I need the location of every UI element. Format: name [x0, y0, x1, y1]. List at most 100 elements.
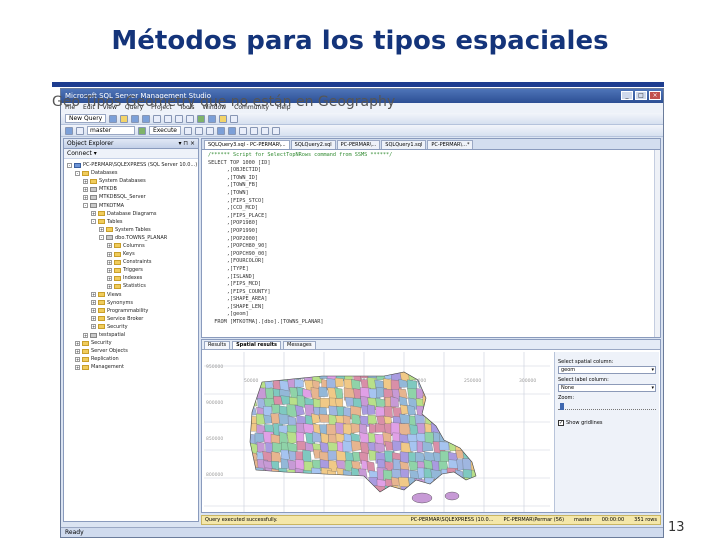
town-polygon[interactable]: [454, 469, 464, 484]
town-polygon[interactable]: [471, 469, 482, 483]
town-polygon[interactable]: [344, 487, 354, 498]
connect-icon[interactable]: [65, 126, 73, 135]
collapse-icon[interactable]: -: [67, 162, 72, 168]
town-polygon[interactable]: [447, 407, 458, 420]
town-polygon[interactable]: [399, 413, 411, 424]
cut-icon[interactable]: [153, 114, 162, 123]
town-polygon[interactable]: [416, 423, 425, 435]
tree-node[interactable]: + Replication: [64, 355, 198, 363]
tree-node[interactable]: - dbo.TOWNS_PLANAR: [64, 234, 198, 242]
collapse-icon[interactable]: -: [83, 203, 88, 209]
expand-icon[interactable]: +: [91, 316, 96, 322]
town-polygon[interactable]: [377, 459, 386, 470]
expand-icon[interactable]: +: [99, 227, 104, 233]
tab-results[interactable]: Results: [204, 341, 231, 349]
town-polygon[interactable]: [326, 486, 340, 497]
spatial-map[interactable]: 5000010000015000020000025000030000095000…: [204, 352, 550, 512]
town-polygon[interactable]: [440, 414, 451, 427]
close-button[interactable]: ×: [649, 91, 661, 100]
object-explorer-icon[interactable]: [219, 114, 228, 123]
town-polygon[interactable]: [264, 478, 276, 491]
expand-icon[interactable]: +: [83, 186, 88, 192]
town-polygon[interactable]: [255, 467, 266, 480]
town-polygon[interactable]: [471, 424, 480, 437]
tab-sqlquery1-server[interactable]: PC-PERMAR\...*: [427, 140, 474, 149]
parse-icon[interactable]: [195, 126, 203, 135]
expand-icon[interactable]: +: [107, 251, 112, 257]
town-polygon[interactable]: [326, 478, 336, 487]
town-polygon[interactable]: [302, 449, 312, 464]
expand-icon[interactable]: +: [91, 292, 96, 298]
town-polygon[interactable]: [302, 476, 315, 489]
town-polygon[interactable]: [472, 487, 482, 499]
results-to-grid-icon[interactable]: [217, 126, 225, 135]
activity-monitor-icon[interactable]: [197, 114, 206, 123]
town-polygon[interactable]: [264, 487, 276, 498]
pin-icon[interactable]: ▾ ⊓ ×: [178, 140, 195, 147]
town-polygon[interactable]: [272, 476, 284, 489]
town-polygon[interactable]: [286, 431, 298, 445]
town-polygon[interactable]: [351, 379, 361, 391]
town-polygon[interactable]: [351, 440, 362, 452]
maximize-button[interactable]: □: [635, 91, 647, 100]
tree-node[interactable]: - Databases: [64, 169, 198, 177]
town-polygon[interactable]: [422, 395, 431, 405]
town-polygon[interactable]: [327, 470, 337, 482]
town-polygon[interactable]: [351, 467, 359, 481]
town-polygon[interactable]: [480, 451, 491, 463]
town-polygon[interactable]: [287, 477, 297, 490]
tree-node[interactable]: + Service Broker: [64, 315, 198, 323]
database-select[interactable]: master: [87, 126, 135, 135]
expand-icon[interactable]: +: [91, 300, 96, 306]
town-polygon[interactable]: [248, 470, 259, 483]
expand-icon[interactable]: +: [107, 267, 112, 273]
collapse-icon[interactable]: -: [91, 219, 96, 225]
sql-code[interactable]: /****** Script for SelectTopNRows comman…: [202, 150, 660, 327]
town-polygon[interactable]: [257, 486, 267, 495]
town-polygon[interactable]: [248, 478, 259, 491]
tree-node[interactable]: + Keys: [64, 250, 198, 258]
comment-icon[interactable]: [239, 126, 247, 135]
town-polygon[interactable]: [447, 370, 457, 381]
expand-icon[interactable]: +: [75, 364, 80, 370]
town-polygon[interactable]: [265, 387, 274, 400]
tree-node[interactable]: - PC-PERMAR\SQLEXPRESS (SQL Server 10.0..…: [64, 161, 198, 169]
spatial-map-canvas[interactable]: 5000010000015000020000025000030000095000…: [204, 352, 550, 512]
registered-servers-icon[interactable]: [208, 114, 217, 123]
collapse-icon[interactable]: -: [99, 235, 104, 241]
town-polygon[interactable]: [311, 413, 320, 424]
open-folder-icon[interactable]: [120, 114, 129, 123]
town-polygon[interactable]: [318, 386, 328, 398]
tree-node[interactable]: - MTKOTMA: [64, 201, 198, 209]
town-polygon[interactable]: [287, 469, 297, 484]
connect-dropdown[interactable]: Connect ▾: [67, 150, 97, 157]
execute-icon[interactable]: [138, 126, 146, 135]
town-polygon[interactable]: [481, 486, 490, 495]
town-polygon[interactable]: [430, 486, 442, 496]
town-polygon[interactable]: [342, 469, 353, 482]
expand-icon[interactable]: +: [107, 259, 112, 265]
tree-node[interactable]: + Views: [64, 291, 198, 299]
tree-node[interactable]: + Triggers: [64, 266, 198, 274]
island-polygon[interactable]: [444, 491, 460, 501]
town-polygon[interactable]: [481, 397, 491, 410]
town-polygon[interactable]: [457, 369, 467, 380]
zoom-slider-thumb[interactable]: [560, 403, 564, 410]
town-polygon[interactable]: [374, 485, 386, 495]
town-polygon[interactable]: [296, 477, 307, 487]
town-polygon[interactable]: [432, 406, 441, 419]
expand-icon[interactable]: +: [107, 275, 112, 281]
town-polygon[interactable]: [481, 432, 490, 442]
display-plan-icon[interactable]: [206, 126, 214, 135]
save-icon[interactable]: [131, 114, 140, 123]
town-polygon[interactable]: [447, 386, 458, 399]
town-polygon[interactable]: [407, 388, 417, 400]
town-polygon[interactable]: [248, 386, 258, 397]
town-polygon[interactable]: [481, 388, 492, 400]
expand-icon[interactable]: +: [83, 178, 88, 184]
minimize-button[interactable]: _: [621, 91, 633, 100]
town-polygon[interactable]: [446, 379, 457, 392]
tree-node[interactable]: + Programmability: [64, 307, 198, 315]
town-polygon[interactable]: [254, 476, 267, 489]
spatial-column-select[interactable]: geom ▾: [558, 366, 656, 374]
